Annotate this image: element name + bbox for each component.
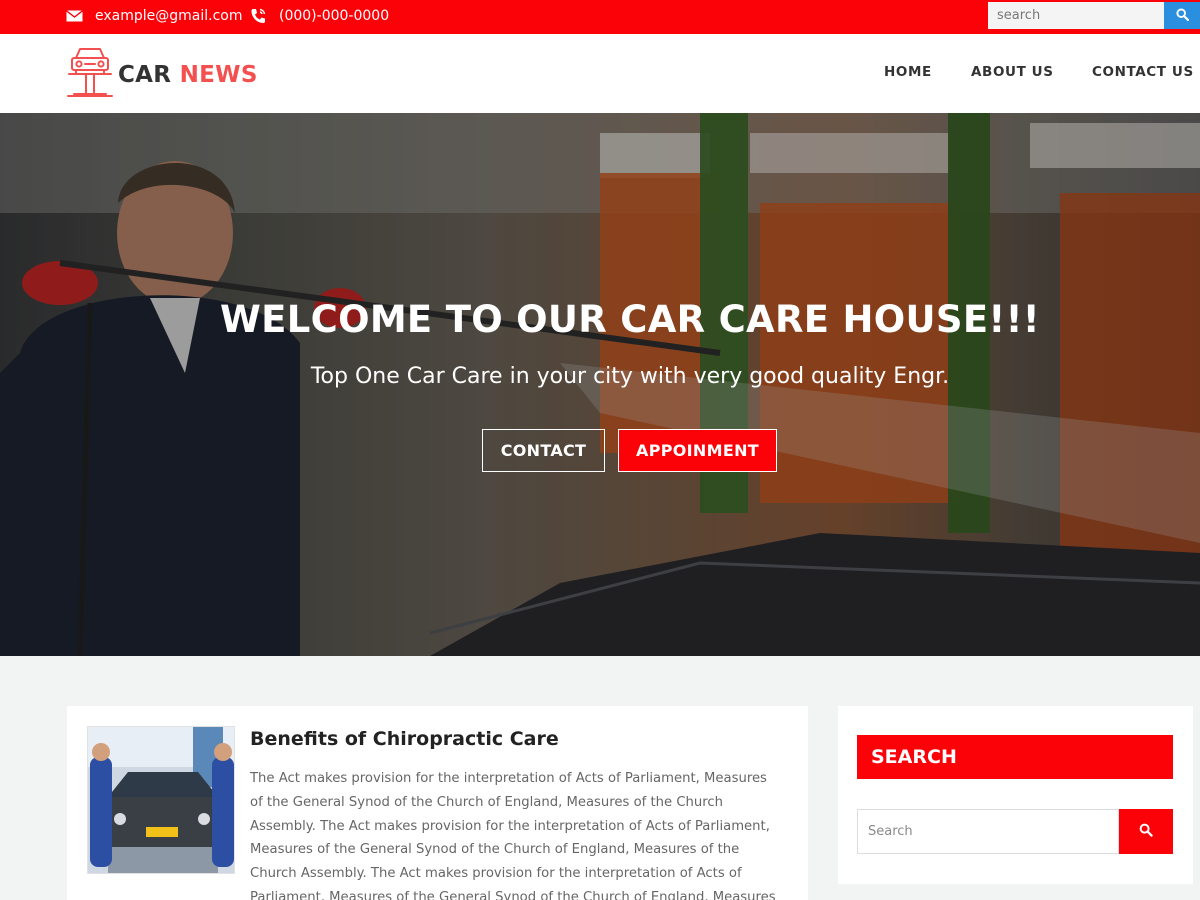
search-icon bbox=[1175, 7, 1189, 24]
logo-word-news: NEWS bbox=[179, 61, 258, 88]
search-widget-title: SEARCH bbox=[857, 735, 1173, 779]
logo-text: CAR NEWS bbox=[118, 62, 258, 88]
search-icon bbox=[1139, 823, 1153, 840]
top-bar: example@gmail.com (000)-000-0000 bbox=[0, 0, 1200, 34]
nav-about-us[interactable]: ABOUT US bbox=[971, 64, 1054, 80]
site-header: CAR NEWS HOME ABOUT US CONTACT US bbox=[0, 34, 1200, 113]
envelope-icon bbox=[66, 10, 83, 22]
contact-button[interactable]: CONTACT bbox=[482, 429, 605, 472]
post-title[interactable]: Benefits of Chiropractic Care bbox=[250, 728, 559, 750]
post-thumbnail[interactable] bbox=[87, 726, 235, 874]
car-lift-icon bbox=[66, 46, 114, 103]
hero-subtitle: Top One Car Care in your city with very … bbox=[310, 364, 950, 389]
nav-home[interactable]: HOME bbox=[884, 64, 932, 80]
site-logo[interactable]: CAR NEWS bbox=[66, 46, 258, 103]
email-text: example@gmail.com bbox=[95, 8, 243, 24]
hero-banner: WELCOME TO OUR CAR CARE HOUSE!!! Top One… bbox=[0, 113, 1200, 656]
contact-phone[interactable]: (000)-000-0000 bbox=[249, 0, 389, 32]
mechanics-car-image bbox=[88, 727, 234, 873]
search-widget: SEARCH bbox=[838, 706, 1193, 884]
sidebar-search-form bbox=[857, 809, 1173, 854]
hero-title: WELCOME TO OUR CAR CARE HOUSE!!! bbox=[220, 298, 1040, 341]
post-card: Benefits of Chiropractic Care The Act ma… bbox=[67, 706, 808, 900]
top-search-button[interactable] bbox=[1164, 2, 1200, 29]
top-search-input[interactable] bbox=[988, 2, 1164, 29]
logo-word-car: CAR bbox=[118, 61, 172, 88]
top-search-form bbox=[988, 2, 1200, 29]
nav-contact-us[interactable]: CONTACT US bbox=[1092, 64, 1194, 80]
phone-text: (000)-000-0000 bbox=[279, 8, 390, 24]
sidebar-search-button[interactable] bbox=[1119, 809, 1173, 854]
contact-email[interactable]: example@gmail.com bbox=[66, 0, 243, 32]
post-excerpt: The Act makes provision for the interpre… bbox=[250, 771, 776, 900]
appointment-button[interactable]: APPOINMENT bbox=[618, 429, 777, 472]
phone-icon bbox=[249, 7, 267, 25]
sidebar-search-input[interactable] bbox=[857, 809, 1119, 854]
